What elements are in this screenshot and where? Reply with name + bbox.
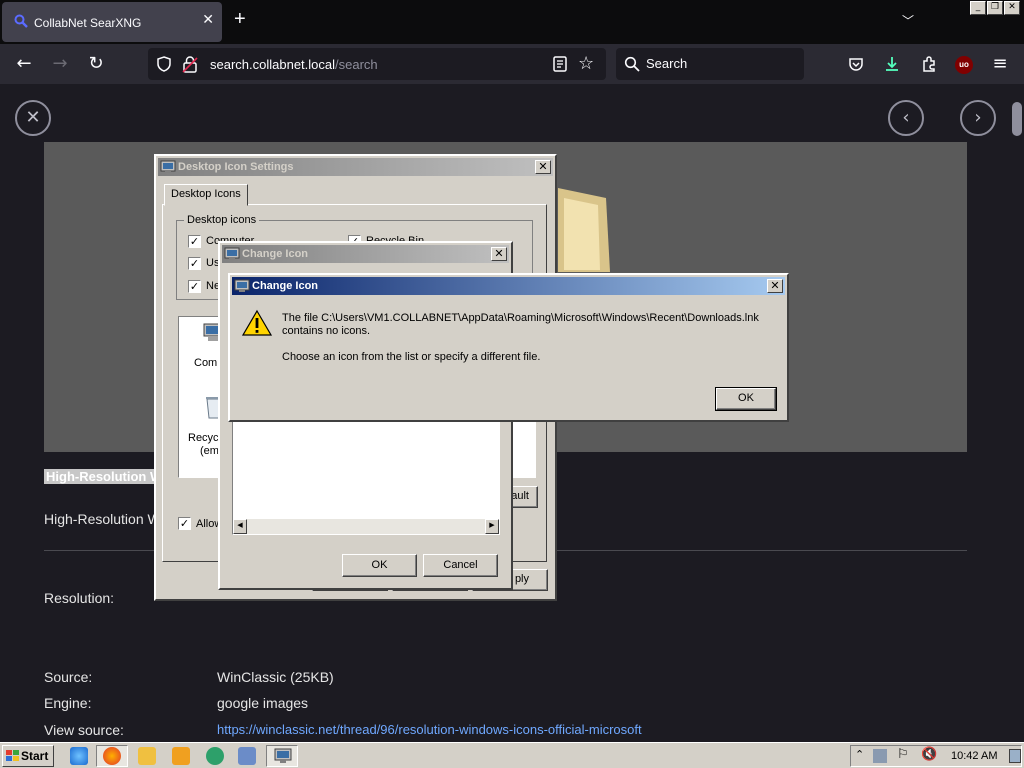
change-icon-alert: Change Icon ✕ The file C:\Users\VM1.COLL…	[228, 273, 789, 422]
engine-value: google images	[217, 695, 309, 711]
change-icon-title: Change Icon	[242, 248, 309, 260]
menu-hamburger-icon[interactable]: ≡	[990, 54, 1010, 74]
tab-desktop-icons[interactable]: Desktop Icons	[164, 184, 248, 206]
tab-close-icon[interactable]: ✕	[202, 11, 214, 28]
lock-icon[interactable]	[182, 55, 198, 73]
search-favicon-icon	[14, 14, 28, 28]
action-center-flag-icon[interactable]: ⚐	[897, 747, 909, 762]
previous-icon[interactable]: ‹	[888, 100, 924, 136]
scroll-left-icon[interactable]: ◀	[233, 519, 247, 534]
checkbox-computer[interactable]: ✓	[188, 235, 201, 248]
pocket-icon[interactable]	[848, 56, 864, 72]
ok-button[interactable]: OK	[342, 554, 417, 577]
reload-icon[interactable]: ↻	[86, 54, 106, 74]
clock[interactable]: 10:42 AM	[951, 750, 997, 762]
engine-label: Engine:	[44, 695, 92, 711]
scroll-right-icon[interactable]: ▶	[485, 519, 499, 534]
volume-muted-icon[interactable]: 🔇	[921, 747, 937, 762]
display-settings-taskbar-button[interactable]	[266, 745, 298, 767]
ie-icon[interactable]	[70, 747, 88, 765]
new-tab-button[interactable]: +	[234, 8, 246, 31]
back-icon[interactable]: ←	[14, 54, 34, 74]
url-text[interactable]: search.collabnet.local/search	[210, 57, 378, 72]
scrollbar-track[interactable]	[1010, 84, 1024, 742]
result-subtitle: High-Resolution Wi	[44, 511, 164, 527]
search-icon	[624, 56, 640, 72]
group-label: Desktop icons	[184, 214, 260, 226]
tab-bar: CollabNet SearXNG ✕ + ﹀ _ ❐ ✕	[0, 0, 1024, 44]
windows-logo-icon	[6, 750, 19, 761]
search-placeholder: Search	[646, 56, 688, 71]
bookmark-star-icon[interactable]: ☆	[578, 53, 594, 74]
network-icon[interactable]	[873, 749, 887, 763]
checkbox-allow-themes[interactable]: ✓	[178, 517, 191, 530]
media-player-icon[interactable]	[172, 747, 190, 765]
search-bar[interactable]: Search	[616, 48, 804, 80]
monitor-icon	[224, 247, 240, 260]
firefox-icon	[103, 747, 121, 765]
close-button[interactable]: ✕	[491, 247, 507, 261]
warning-icon	[242, 309, 272, 336]
monitor-icon	[234, 279, 250, 292]
cancel-button[interactable]: Cancel	[423, 554, 498, 577]
nav-bar: ← → ↻ search.collabnet.local/search ☆ Se…	[0, 44, 1024, 84]
icon-picker-list[interactable]	[232, 419, 500, 535]
start-button[interactable]: Start	[2, 745, 54, 767]
firefox-taskbar-button[interactable]	[96, 745, 128, 767]
next-icon[interactable]: ›	[960, 100, 996, 136]
alert-ok-button[interactable]: OK	[715, 387, 777, 411]
alert-message-no-icons: contains no icons.	[282, 325, 371, 337]
close-button[interactable]: ✕	[535, 160, 551, 174]
url-bar[interactable]: search.collabnet.local/search ☆	[148, 48, 606, 80]
change-icon-titlebar[interactable]: Change Icon ✕	[222, 245, 509, 263]
icon-label-recycle: Recyc	[188, 432, 219, 444]
restore-button[interactable]: ❐	[987, 1, 1003, 15]
horizontal-scrollbar[interactable]: ◀ ▶	[233, 519, 499, 534]
alert-message-instruction: Choose an icon from the list or specify …	[282, 351, 541, 363]
alert-message-path: The file C:\Users\VM1.COLLABNET\AppData\…	[282, 312, 759, 324]
tray-expand-icon[interactable]: ⌃	[855, 748, 864, 761]
reader-view-icon[interactable]	[552, 56, 568, 72]
result-title[interactable]: High-Resolution W	[44, 469, 165, 484]
view-source-link[interactable]: https://winclassic.net/thread/96/resolut…	[217, 722, 642, 737]
taskbar: Start ⌃ ⚐ 🔇 10:42 AM	[0, 742, 1024, 768]
start-label: Start	[21, 749, 49, 763]
control-panel-icon[interactable]	[238, 747, 256, 765]
minimize-button[interactable]: _	[970, 1, 986, 15]
dialog-titlebar[interactable]: Desktop Icon Settings ✕	[158, 158, 553, 176]
source-value: WinClassic (25KB)	[217, 669, 334, 685]
tab-title: CollabNet SearXNG	[34, 16, 142, 30]
resolution-label: Resolution:	[44, 590, 115, 606]
tab-list-chevron-icon[interactable]: ﹀	[902, 12, 914, 29]
alert-titlebar[interactable]: Change Icon ✕	[232, 277, 785, 295]
close-detail-icon[interactable]: ✕	[15, 100, 51, 136]
ublock-icon[interactable]: uo	[955, 56, 973, 74]
downloads-icon[interactable]	[883, 55, 901, 73]
folder-graphic-icon	[558, 188, 610, 272]
checkbox-user[interactable]: ✓	[188, 257, 201, 270]
extensions-icon[interactable]	[920, 55, 938, 73]
close-window-button[interactable]: ✕	[1004, 1, 1020, 15]
app-green-icon[interactable]	[206, 747, 224, 765]
source-label: Source:	[44, 669, 93, 685]
forward-icon[interactable]: →	[50, 54, 70, 74]
close-button[interactable]: ✕	[767, 279, 783, 293]
shield-icon[interactable]	[156, 56, 172, 72]
monitor-icon	[160, 160, 176, 173]
dialog-title: Desktop Icon Settings	[178, 161, 294, 173]
tab-searxng[interactable]: CollabNet SearXNG ✕	[2, 2, 222, 42]
view-source-label: View source:	[44, 722, 124, 738]
scrollbar-thumb[interactable]	[1012, 102, 1022, 136]
system-tray: ⌃ ⚐ 🔇 10:42 AM	[850, 745, 1022, 767]
monitor-icon	[274, 748, 292, 763]
show-desktop-icon[interactable]	[1009, 749, 1021, 763]
alert-title: Change Icon	[252, 280, 319, 292]
explorer-folder-icon[interactable]	[138, 747, 156, 765]
checkbox-network[interactable]: ✓	[188, 280, 201, 293]
